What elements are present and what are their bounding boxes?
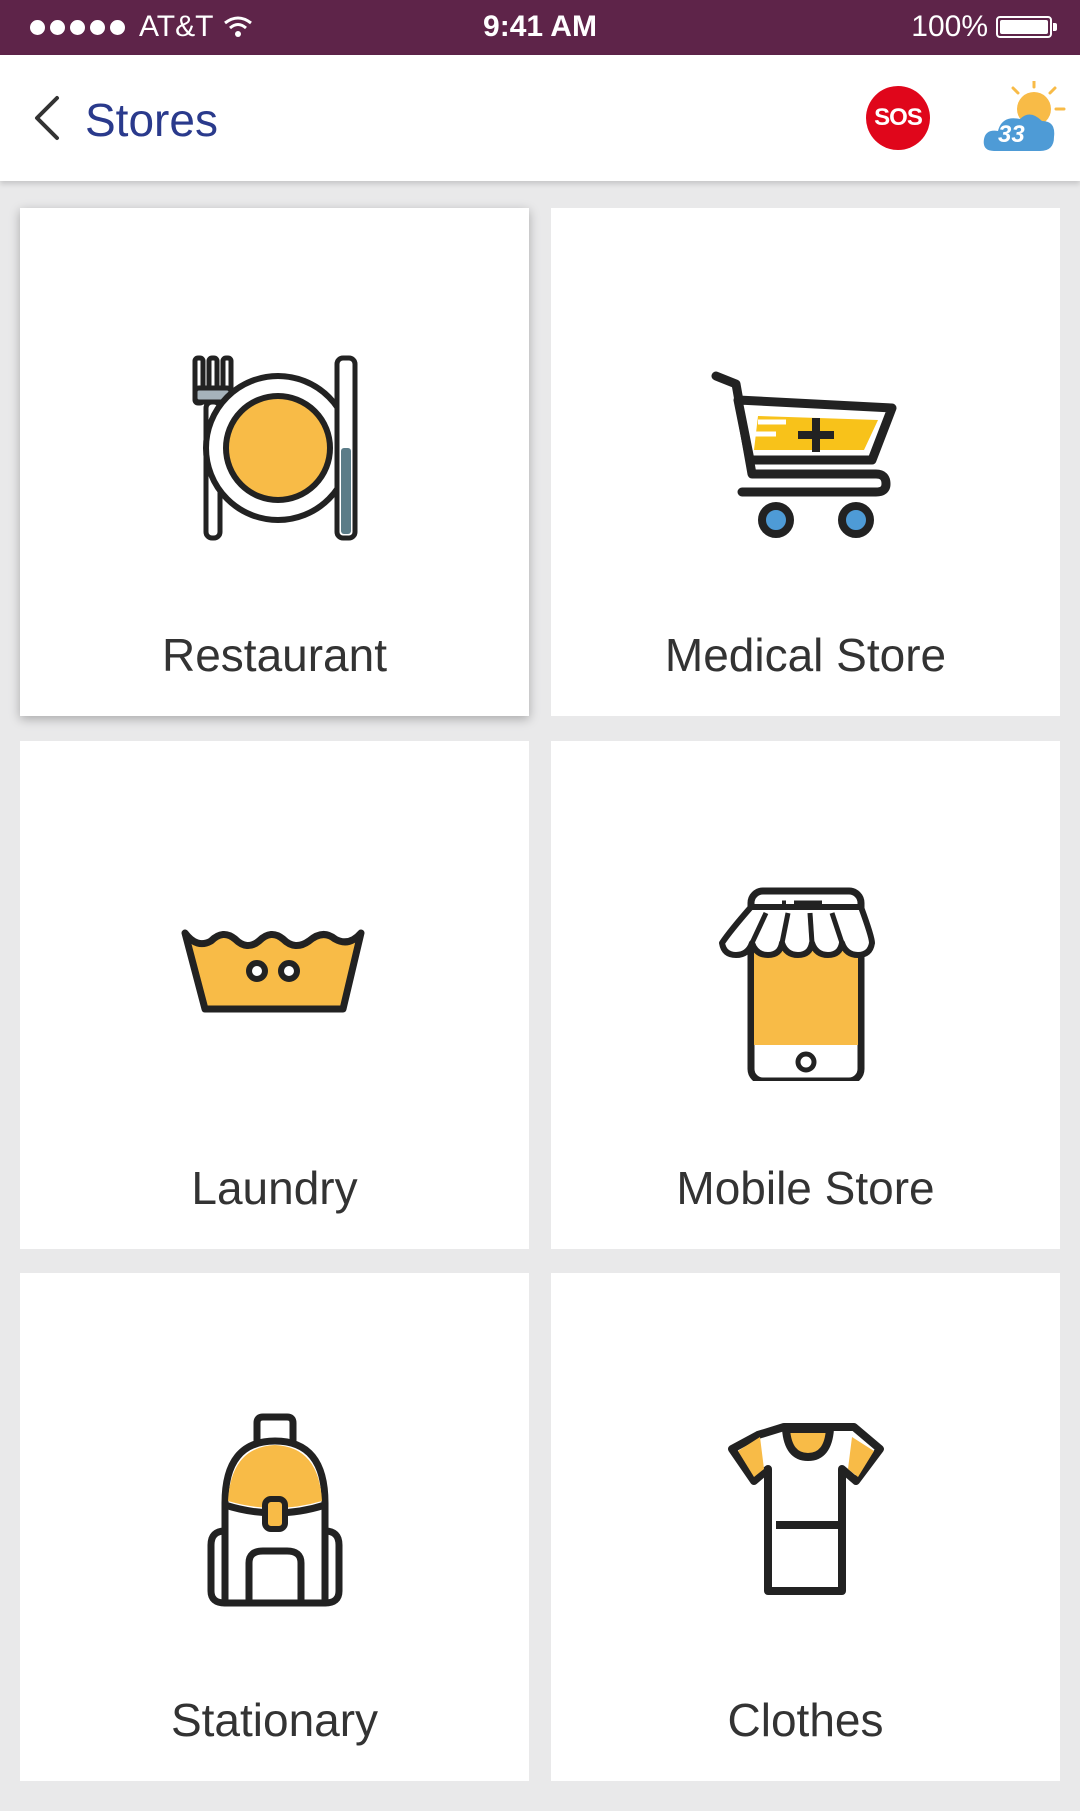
battery-icon bbox=[996, 16, 1057, 38]
battery-percent: 100% bbox=[911, 10, 988, 43]
store-tile-mobile-store[interactable]: Mobile Store bbox=[551, 741, 1060, 1249]
store-tile-laundry[interactable]: Laundry bbox=[20, 741, 529, 1249]
page-title: Stores bbox=[85, 94, 218, 146]
mobile-store-icon bbox=[718, 887, 875, 1081]
weather-widget[interactable]: 33 bbox=[982, 79, 1066, 157]
status-bar: AT&T 9:41 AM 100% bbox=[0, 0, 1080, 55]
store-label: Medical Store bbox=[664, 629, 947, 681]
store-label: Stationary bbox=[170, 1694, 379, 1746]
laundry-icon bbox=[181, 929, 364, 1013]
store-label: Laundry bbox=[191, 1162, 358, 1214]
battery-info: 100% bbox=[911, 10, 1057, 44]
store-label: Clothes bbox=[727, 1694, 884, 1746]
tshirt-icon bbox=[727, 1423, 884, 1595]
store-label: Restaurant bbox=[161, 629, 387, 681]
store-tile-medical-store[interactable]: Medical Store bbox=[551, 208, 1060, 716]
store-tile-stationary[interactable]: Stationary bbox=[20, 1273, 529, 1781]
weather-temperature: 33 bbox=[998, 121, 1025, 148]
store-tile-clothes[interactable]: Clothes bbox=[551, 1273, 1060, 1781]
chevron-left-icon bbox=[35, 96, 59, 140]
app-header: Stores SOS 33 bbox=[0, 55, 1080, 181]
sos-button[interactable]: SOS bbox=[866, 86, 930, 150]
medical-cart-icon bbox=[711, 371, 896, 538]
store-tile-restaurant[interactable]: Restaurant bbox=[20, 208, 529, 716]
backpack-icon bbox=[207, 1413, 342, 1607]
restaurant-icon bbox=[192, 355, 357, 541]
store-label: Mobile Store bbox=[676, 1162, 935, 1214]
back-button[interactable] bbox=[22, 88, 70, 148]
